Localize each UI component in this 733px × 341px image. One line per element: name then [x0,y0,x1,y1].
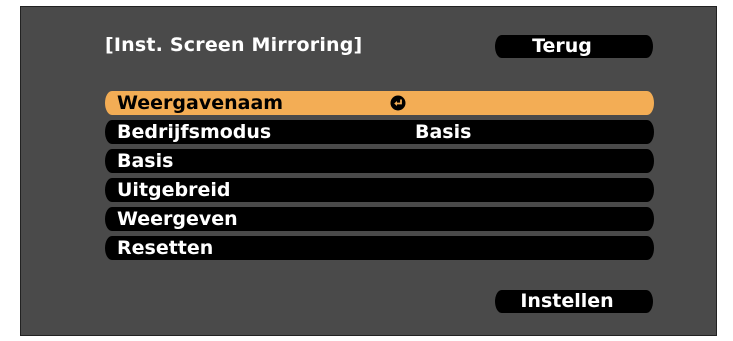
menu-item-operation-mode[interactable]: Bedrijfsmodus Basis [105,120,654,144]
menu-item-display-name[interactable]: Weergavenaam [105,91,654,115]
set-button-label: Instellen [520,290,614,312]
menu-item-label: Bedrijfsmodus [117,121,272,143]
menu-item-label: Resetten [117,237,214,259]
menu-item-extended[interactable]: Uitgebreid [105,178,654,202]
menu-item-display[interactable]: Weergeven [105,207,654,231]
menu-item-label: Uitgebreid [117,179,231,201]
back-button[interactable]: Terug [495,35,653,58]
menu-item-basic[interactable]: Basis [105,149,654,173]
menu-item-label: Basis [117,150,174,172]
settings-menu: Weergavenaam Bedrijfsmodus Basis Basis U… [105,91,654,265]
menu-item-reset[interactable]: Resetten [105,236,654,260]
enter-icon [390,95,406,111]
settings-screen: [Inst. Screen Mirroring] Terug Weergaven… [20,6,717,336]
back-button-label: Terug [532,35,592,57]
dialog-title: [Inst. Screen Mirroring] [105,34,363,56]
menu-item-label: Weergavenaam [117,92,284,114]
menu-item-label: Weergeven [117,208,238,230]
set-button[interactable]: Instellen [495,290,653,313]
menu-item-value: Basis [415,121,472,143]
